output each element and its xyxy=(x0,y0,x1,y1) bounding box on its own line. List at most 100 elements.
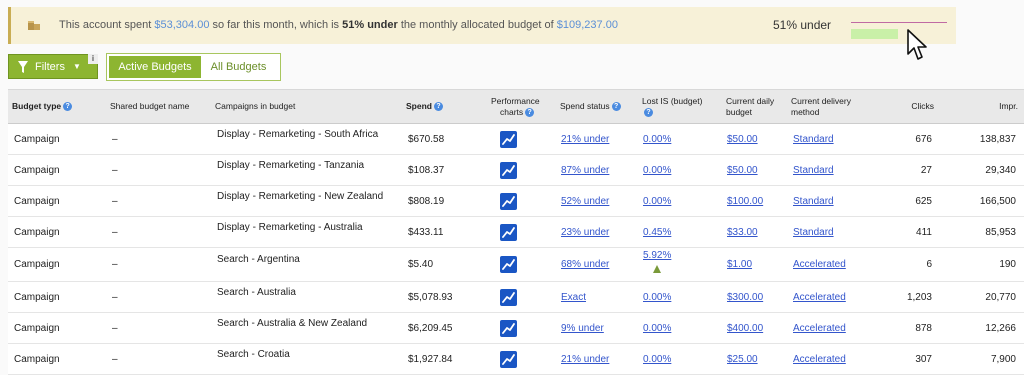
cell-clicks: 307 xyxy=(915,354,932,365)
cell-campaign-name: Display - Remarketing - Tanzania xyxy=(217,160,365,171)
cell-spend-status-link[interactable]: 68% under xyxy=(561,259,609,270)
table-body: Campaign – Display - Remarketing - South A… xyxy=(8,124,1024,375)
cell-impr: 85,953 xyxy=(985,227,1016,238)
all-budgets-tab[interactable]: All Budgets xyxy=(201,56,276,78)
help-icon[interactable]: ? xyxy=(611,102,621,112)
cell-daily-budget-link[interactable]: $50.00 xyxy=(727,134,758,145)
cell-campaign-name: Search - Argentina xyxy=(217,254,300,265)
cell-lost-is-link[interactable]: 0.00% xyxy=(643,134,671,145)
cell-daily-budget-link[interactable]: $25.00 xyxy=(727,354,758,365)
header-clicks[interactable]: Clicks xyxy=(888,101,934,112)
cell-lost-is-link[interactable]: 0.00% xyxy=(643,196,671,207)
cell-impr: 29,340 xyxy=(985,165,1016,176)
cell-delivery-method-link[interactable]: Standard xyxy=(793,196,834,207)
cell-clicks: 625 xyxy=(915,196,932,207)
table-row: Campaign – Search - Australia $5,078.93 Exac… xyxy=(8,282,1024,313)
cell-spend-status-link[interactable]: 87% under xyxy=(561,165,609,176)
cell-delivery-method-link[interactable]: Standard xyxy=(793,134,834,145)
line-chart-icon xyxy=(502,354,515,365)
header-delivery-line1: Current delivery xyxy=(791,96,851,106)
table-row: Campaign – Display - Remarketing - South A… xyxy=(8,124,1024,155)
cell-shared-name: – xyxy=(112,196,118,207)
cell-lost-is-link[interactable]: 0.45% xyxy=(643,227,671,238)
performance-chart-button[interactable] xyxy=(500,256,517,273)
cell-delivery-method-link[interactable]: Accelerated xyxy=(793,323,846,334)
table-header: Budget type? Shared budget name Campaign… xyxy=(8,89,1024,124)
table-row: Campaign – Search - Australia & New Zealan… xyxy=(8,313,1024,344)
cell-daily-budget-link[interactable]: $33.00 xyxy=(727,227,758,238)
cell-lost-is-link[interactable]: 0.00% xyxy=(643,354,671,365)
help-icon[interactable]: ? xyxy=(525,108,535,118)
cell-daily-budget-link[interactable]: $50.00 xyxy=(727,165,758,176)
cell-daily-budget-link[interactable]: $100.00 xyxy=(727,196,763,207)
header-impr[interactable]: Impr. xyxy=(968,101,1018,112)
info-icon[interactable]: i xyxy=(88,54,98,64)
cell-budget-type: Campaign xyxy=(14,259,60,270)
cell-delivery-method-link[interactable]: Accelerated xyxy=(793,292,846,303)
performance-chart-button[interactable] xyxy=(500,351,517,368)
cell-lost-is-link[interactable]: 5.92% xyxy=(643,250,671,261)
line-chart-icon xyxy=(502,165,515,176)
cell-impr: 7,900 xyxy=(990,354,1016,365)
cell-impr: 20,770 xyxy=(985,292,1016,303)
header-perf-line1: Performance xyxy=(491,96,540,106)
cell-budget-type: Campaign xyxy=(14,292,60,303)
performance-chart-button[interactable] xyxy=(500,193,517,210)
header-shared-name[interactable]: Shared budget name xyxy=(110,101,189,112)
budgets-table: Budget type? Shared budget name Campaign… xyxy=(8,89,1024,375)
cell-spend-status-link[interactable]: Exact xyxy=(561,292,586,303)
filters-button[interactable]: Filters ▼ i xyxy=(8,54,98,79)
cell-budget-type: Campaign xyxy=(14,134,60,145)
header-daily-line1: Current daily xyxy=(726,96,775,106)
cell-impr: 138,837 xyxy=(979,134,1016,145)
cell-campaign-name: Display - Remarketing - South Africa xyxy=(217,129,379,140)
performance-chart-button[interactable] xyxy=(500,162,517,179)
cell-budget-type: Campaign xyxy=(14,165,60,176)
header-lost-label: Lost IS (budget) xyxy=(642,96,703,106)
performance-chart-button[interactable] xyxy=(500,320,517,337)
cell-campaign-name: Search - Australia xyxy=(217,287,296,298)
cell-daily-budget-link[interactable]: $1.00 xyxy=(727,259,752,270)
cell-spend-status-link[interactable]: 23% under xyxy=(561,227,609,238)
help-icon[interactable]: ? xyxy=(63,102,73,112)
cell-spend-status-link[interactable]: 52% under xyxy=(561,196,609,207)
header-budget-type[interactable]: Budget type? xyxy=(12,101,73,112)
cell-clicks: 411 xyxy=(916,227,932,238)
header-daily-budget[interactable]: Current daily budget xyxy=(726,96,774,118)
help-icon[interactable]: ? xyxy=(644,108,653,118)
filters-label: Filters xyxy=(35,60,65,73)
table-row: Campaign – Display - Remarketing - Tanzani… xyxy=(8,155,1024,186)
header-lost-is[interactable]: Lost IS (budget)? xyxy=(642,96,702,118)
performance-chart-button[interactable] xyxy=(500,224,517,241)
line-chart-icon xyxy=(502,196,515,207)
cell-clicks: 1,203 xyxy=(906,292,932,303)
cell-lost-is-link[interactable]: 0.00% xyxy=(643,323,671,334)
active-budgets-tab[interactable]: Active Budgets xyxy=(109,56,201,78)
budget-summary-banner: This account spent $53,304.00 so far thi… xyxy=(8,7,956,44)
performance-chart-button[interactable] xyxy=(500,131,517,148)
cell-clicks: 27 xyxy=(920,165,932,176)
cell-delivery-method-link[interactable]: Standard xyxy=(793,227,834,238)
cell-shared-name: – xyxy=(112,259,118,270)
header-spend[interactable]: Spend? xyxy=(406,101,443,112)
performance-chart-button[interactable] xyxy=(500,289,517,306)
cell-budget-type: Campaign xyxy=(14,227,60,238)
cell-daily-budget-link[interactable]: $400.00 xyxy=(727,323,763,334)
cell-delivery-method-link[interactable]: Accelerated xyxy=(793,259,846,270)
header-campaigns[interactable]: Campaigns in budget xyxy=(215,101,295,112)
cell-daily-budget-link[interactable]: $300.00 xyxy=(727,292,763,303)
cell-spend-status-link[interactable]: 9% under xyxy=(561,323,604,334)
cell-spend-status-link[interactable]: 21% under xyxy=(561,134,609,145)
header-performance-charts[interactable]: Performance charts? xyxy=(491,96,540,118)
cell-shared-name: – xyxy=(112,227,118,238)
allocated-budget: $109,237.00 xyxy=(556,19,618,31)
cell-spend-status-link[interactable]: 21% under xyxy=(561,354,609,365)
cell-lost-is-link[interactable]: 0.00% xyxy=(643,165,671,176)
header-delivery-method[interactable]: Current delivery method xyxy=(791,96,851,118)
cell-lost-is-link[interactable]: 0.00% xyxy=(643,292,671,303)
cell-delivery-method-link[interactable]: Standard xyxy=(793,165,834,176)
header-spend-status[interactable]: Spend status? xyxy=(560,101,621,112)
help-icon[interactable]: ? xyxy=(433,102,443,112)
cell-budget-type: Campaign xyxy=(14,323,60,334)
cell-delivery-method-link[interactable]: Accelerated xyxy=(793,354,846,365)
